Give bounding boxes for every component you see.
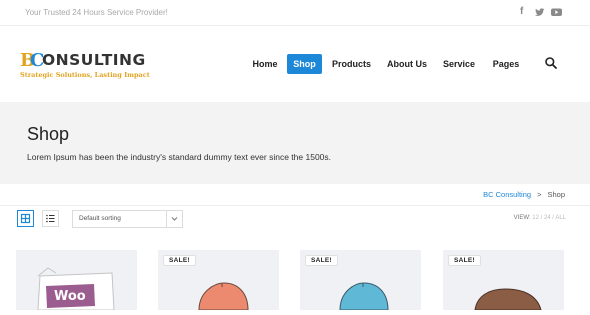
view-count-selector: VIEW: 12 / 24 / ALL <box>513 215 566 221</box>
site-header: B C ONSULTING Strategic Solutions, Lasti… <box>0 26 590 102</box>
nav-about-us[interactable]: About Us <box>382 54 432 74</box>
page-title: Shop <box>27 124 70 144</box>
nav-pages[interactable]: Pages <box>488 54 524 74</box>
site-logo[interactable]: B C ONSULTING Strategic Solutions, Lasti… <box>20 50 160 84</box>
twitter-icon[interactable] <box>535 6 545 20</box>
woo-box-image: Woo <box>37 267 115 311</box>
list-view-button[interactable] <box>42 210 59 227</box>
sale-badge: SALE! <box>163 255 196 266</box>
view-option-24[interactable]: 24 <box>544 215 551 221</box>
product-card[interactable]: SALE! <box>443 250 564 310</box>
logo-subtitle: Strategic Solutions, Lasting Impact <box>20 71 150 79</box>
product-card[interactable]: Woo <box>16 250 137 311</box>
breadcrumb-home-link[interactable]: BC Consulting <box>483 190 531 199</box>
divider <box>0 205 590 206</box>
logo-wordmark: ONSULTING <box>42 51 146 69</box>
chevron-down-icon <box>166 211 182 227</box>
breadcrumb: BC Consulting > Shop <box>483 190 565 199</box>
sort-select[interactable]: Default sorting <box>72 210 183 228</box>
view-label: VIEW: <box>513 215 531 221</box>
nav-shop[interactable]: Shop <box>287 54 322 74</box>
search-icon[interactable] <box>544 56 558 70</box>
grid-view-button[interactable] <box>17 210 34 227</box>
top-bar: Your Trusted 24 Hours Service Provider! … <box>0 0 590 26</box>
product-card[interactable]: SALE! <box>158 250 279 310</box>
view-option-12[interactable]: 12 <box>532 215 539 221</box>
product-card[interactable]: SALE! <box>300 250 421 310</box>
sale-badge: SALE! <box>448 255 481 266</box>
tagline: Your Trusted 24 Hours Service Provider! <box>25 8 168 17</box>
sale-badge: SALE! <box>305 255 338 266</box>
svg-text:Woo: Woo <box>54 289 86 304</box>
nav-service[interactable]: Service <box>438 54 480 74</box>
page-hero: Shop Lorem Ipsum has been the industry's… <box>0 102 590 184</box>
breadcrumb-current: Shop <box>547 190 565 199</box>
nav-home[interactable]: Home <box>248 54 282 74</box>
breadcrumb-separator: > <box>537 190 542 199</box>
youtube-icon[interactable] <box>551 6 562 20</box>
sort-value: Default sorting <box>79 215 121 222</box>
nav-products[interactable]: Products <box>328 54 375 74</box>
view-option-all[interactable]: ALL <box>555 215 566 221</box>
list-icon <box>46 214 55 223</box>
grid-icon <box>20 213 31 224</box>
facebook-icon[interactable]: f <box>520 6 523 17</box>
page-description: Lorem Ipsum has been the industry's stan… <box>27 152 332 162</box>
